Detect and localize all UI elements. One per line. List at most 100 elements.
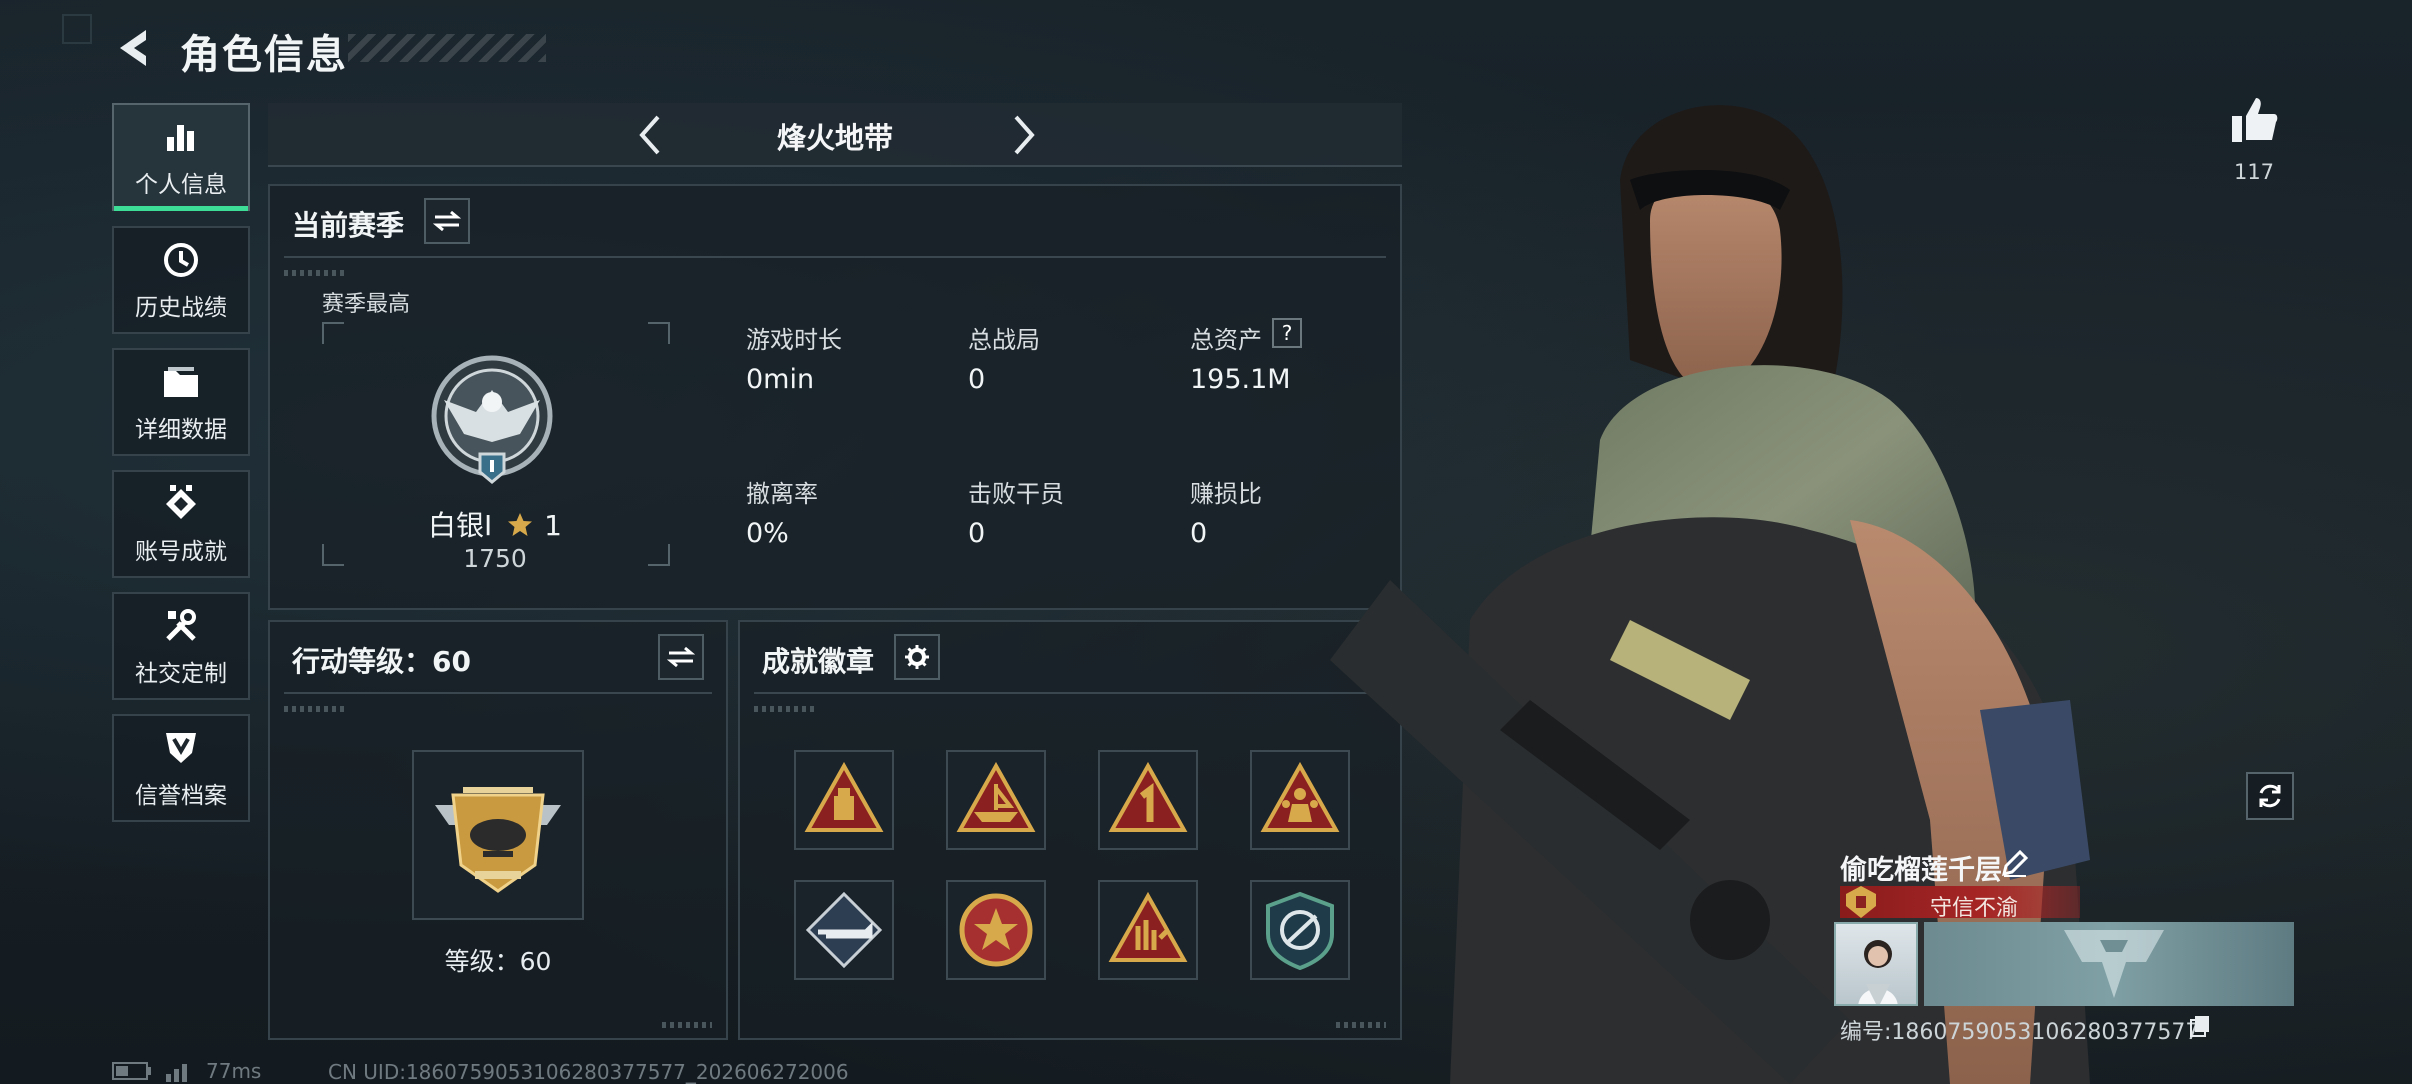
sidebar-item-label: 详细数据: [135, 417, 227, 443]
copy-icon[interactable]: [2188, 1014, 2212, 1038]
player-card: 偷吃榴莲千层 守信不渝 编号:1860759053106280377577: [1826, 838, 2296, 1045]
corner-decoration: [62, 14, 92, 44]
bracket-corner: [322, 322, 344, 344]
rank-row: 白银I 1: [370, 504, 620, 544]
achievement-badge[interactable]: [946, 750, 1046, 850]
stat-value-kills: 0: [968, 518, 986, 549]
folder-icon: [159, 360, 203, 404]
battery-icon: [112, 1062, 151, 1080]
rank-points: 1750: [463, 544, 527, 573]
stat-label-kills: 击败干员: [968, 480, 1064, 508]
action-level-panel: 行动等级：60 等级：60: [268, 620, 728, 1040]
edit-pencil-icon[interactable]: [2000, 848, 2030, 878]
stat-value-extract-rate: 0%: [746, 518, 789, 549]
stat-label-profit-ratio: 赚损比: [1190, 480, 1262, 508]
squad-badge-icon: [1260, 761, 1340, 832]
stat-value-total-assets: 195.1M: [1190, 364, 1291, 395]
reputation-emblem-icon: [1846, 886, 1876, 918]
mode-selector: 烽火地带: [268, 103, 1402, 167]
sidebar-item-label: 历史战绩: [135, 295, 227, 321]
number-one-badge-icon: [1108, 761, 1188, 832]
like-count: 117: [2233, 160, 2275, 184]
sidebar-item-social[interactable]: 社交定制: [112, 592, 250, 700]
sidebar-item-achievements[interactable]: 账号成就: [112, 470, 250, 578]
sidebar-item-history[interactable]: 历史战绩: [112, 226, 250, 334]
micro-decoration: [284, 270, 344, 276]
player-name: 偷吃榴莲千层: [1840, 855, 2002, 886]
ship-badge-icon: [956, 761, 1036, 832]
achievement-title: 成就徽章: [762, 645, 875, 678]
player-id: 编号:1860759053106280377577: [1840, 1020, 2200, 1045]
season-panel: 当前赛季 赛季最高 白银I 1 1750 游戏时长 0min 总战局 0 总资产…: [268, 184, 1402, 610]
stat-value-playtime: 0min: [746, 364, 815, 395]
stat-label-total-matches: 总战局: [968, 326, 1040, 354]
achievement-settings-button[interactable]: [894, 634, 940, 680]
page-title: 角色信息: [180, 32, 348, 78]
achievement-badge[interactable]: [1098, 880, 1198, 980]
sidebar-item-detail-data[interactable]: 详细数据: [112, 348, 250, 456]
silver-rank-emblem-icon: [431, 355, 553, 484]
signal-icon: [166, 1064, 187, 1082]
achievement-panel: 成就徽章: [738, 620, 1402, 1040]
achievement-icon: [159, 482, 203, 526]
thumbs-up-icon[interactable]: [2228, 94, 2280, 146]
action-level-switch-button[interactable]: [658, 634, 704, 680]
micro-decoration: [662, 1022, 712, 1028]
bracket-corner: [322, 544, 344, 566]
history-icon: [159, 238, 203, 282]
stat-value-total-matches: 0: [968, 364, 986, 395]
sidebar-item-personal-info[interactable]: 个人信息: [112, 103, 250, 211]
achievement-badge[interactable]: [1098, 750, 1198, 850]
bracket-corner: [648, 544, 670, 566]
stat-label-playtime: 游戏时长: [746, 326, 842, 354]
achievement-badge[interactable]: [794, 750, 894, 850]
sidebar-item-label: 社交定制: [135, 661, 227, 687]
status-bar: 77ms: [112, 1058, 261, 1084]
rotate-icon: [2259, 784, 2281, 808]
season-switch-button[interactable]: [424, 198, 470, 244]
gear-icon: [905, 645, 929, 669]
supply-badge-icon: [804, 761, 884, 832]
ping-value: 77ms: [206, 1059, 262, 1083]
level-emblem-frame: [412, 750, 584, 920]
stat-label-total-assets: 总资产: [1190, 326, 1262, 354]
tools-icon: [159, 604, 203, 648]
uid-line: CN UID:1860759053106280377577_2026062720…: [328, 1060, 849, 1084]
helicopter-level-emblem-icon: [435, 787, 561, 893]
hand-sign-badge-icon: [1108, 891, 1188, 962]
avatar-portrait-icon: [1858, 940, 1898, 1004]
action-level-title: 行动等级：60: [292, 645, 471, 678]
operator-badge-icon: [1266, 891, 1334, 970]
reputation-text: 守信不渝: [1929, 896, 2018, 921]
next-mode-arrow-icon[interactable]: [1002, 111, 1046, 159]
name-card: [1924, 922, 2294, 1006]
rotate-view-button[interactable]: [2246, 772, 2294, 820]
sidebar-item-credit[interactable]: 信誉档案: [112, 714, 250, 822]
season-title: 当前赛季: [292, 209, 405, 242]
bar-chart-icon: [159, 115, 203, 159]
swap-icon: [667, 646, 695, 668]
avatar[interactable]: [1834, 922, 1918, 1006]
help-icon[interactable]: ?: [1272, 318, 1302, 348]
stat-value-profit-ratio: 0: [1190, 518, 1208, 549]
achievement-badge[interactable]: [794, 880, 894, 980]
achievement-badge[interactable]: [946, 880, 1046, 980]
mode-title: 烽火地带: [776, 121, 893, 155]
credit-shield-icon: [159, 726, 203, 770]
name-card-logo-icon: [2064, 930, 2164, 998]
divider: [754, 692, 1388, 694]
season-best-label: 赛季最高: [322, 292, 411, 317]
level-text: 等级：60: [444, 947, 552, 976]
micro-decoration: [754, 706, 814, 712]
sidebar-item-label: 信誉档案: [135, 783, 227, 809]
sidebar-item-label: 个人信息: [135, 172, 227, 198]
rifle-badge-icon: [805, 891, 883, 969]
divider: [284, 692, 712, 694]
rank-stars: 1: [544, 509, 562, 542]
star-icon: [508, 513, 533, 536]
divider: [284, 256, 1386, 258]
swap-icon: [433, 210, 461, 232]
sidebar-item-label: 账号成就: [135, 539, 227, 565]
back-arrow-icon[interactable]: [112, 24, 160, 72]
star-seal-badge-icon: [959, 893, 1033, 967]
